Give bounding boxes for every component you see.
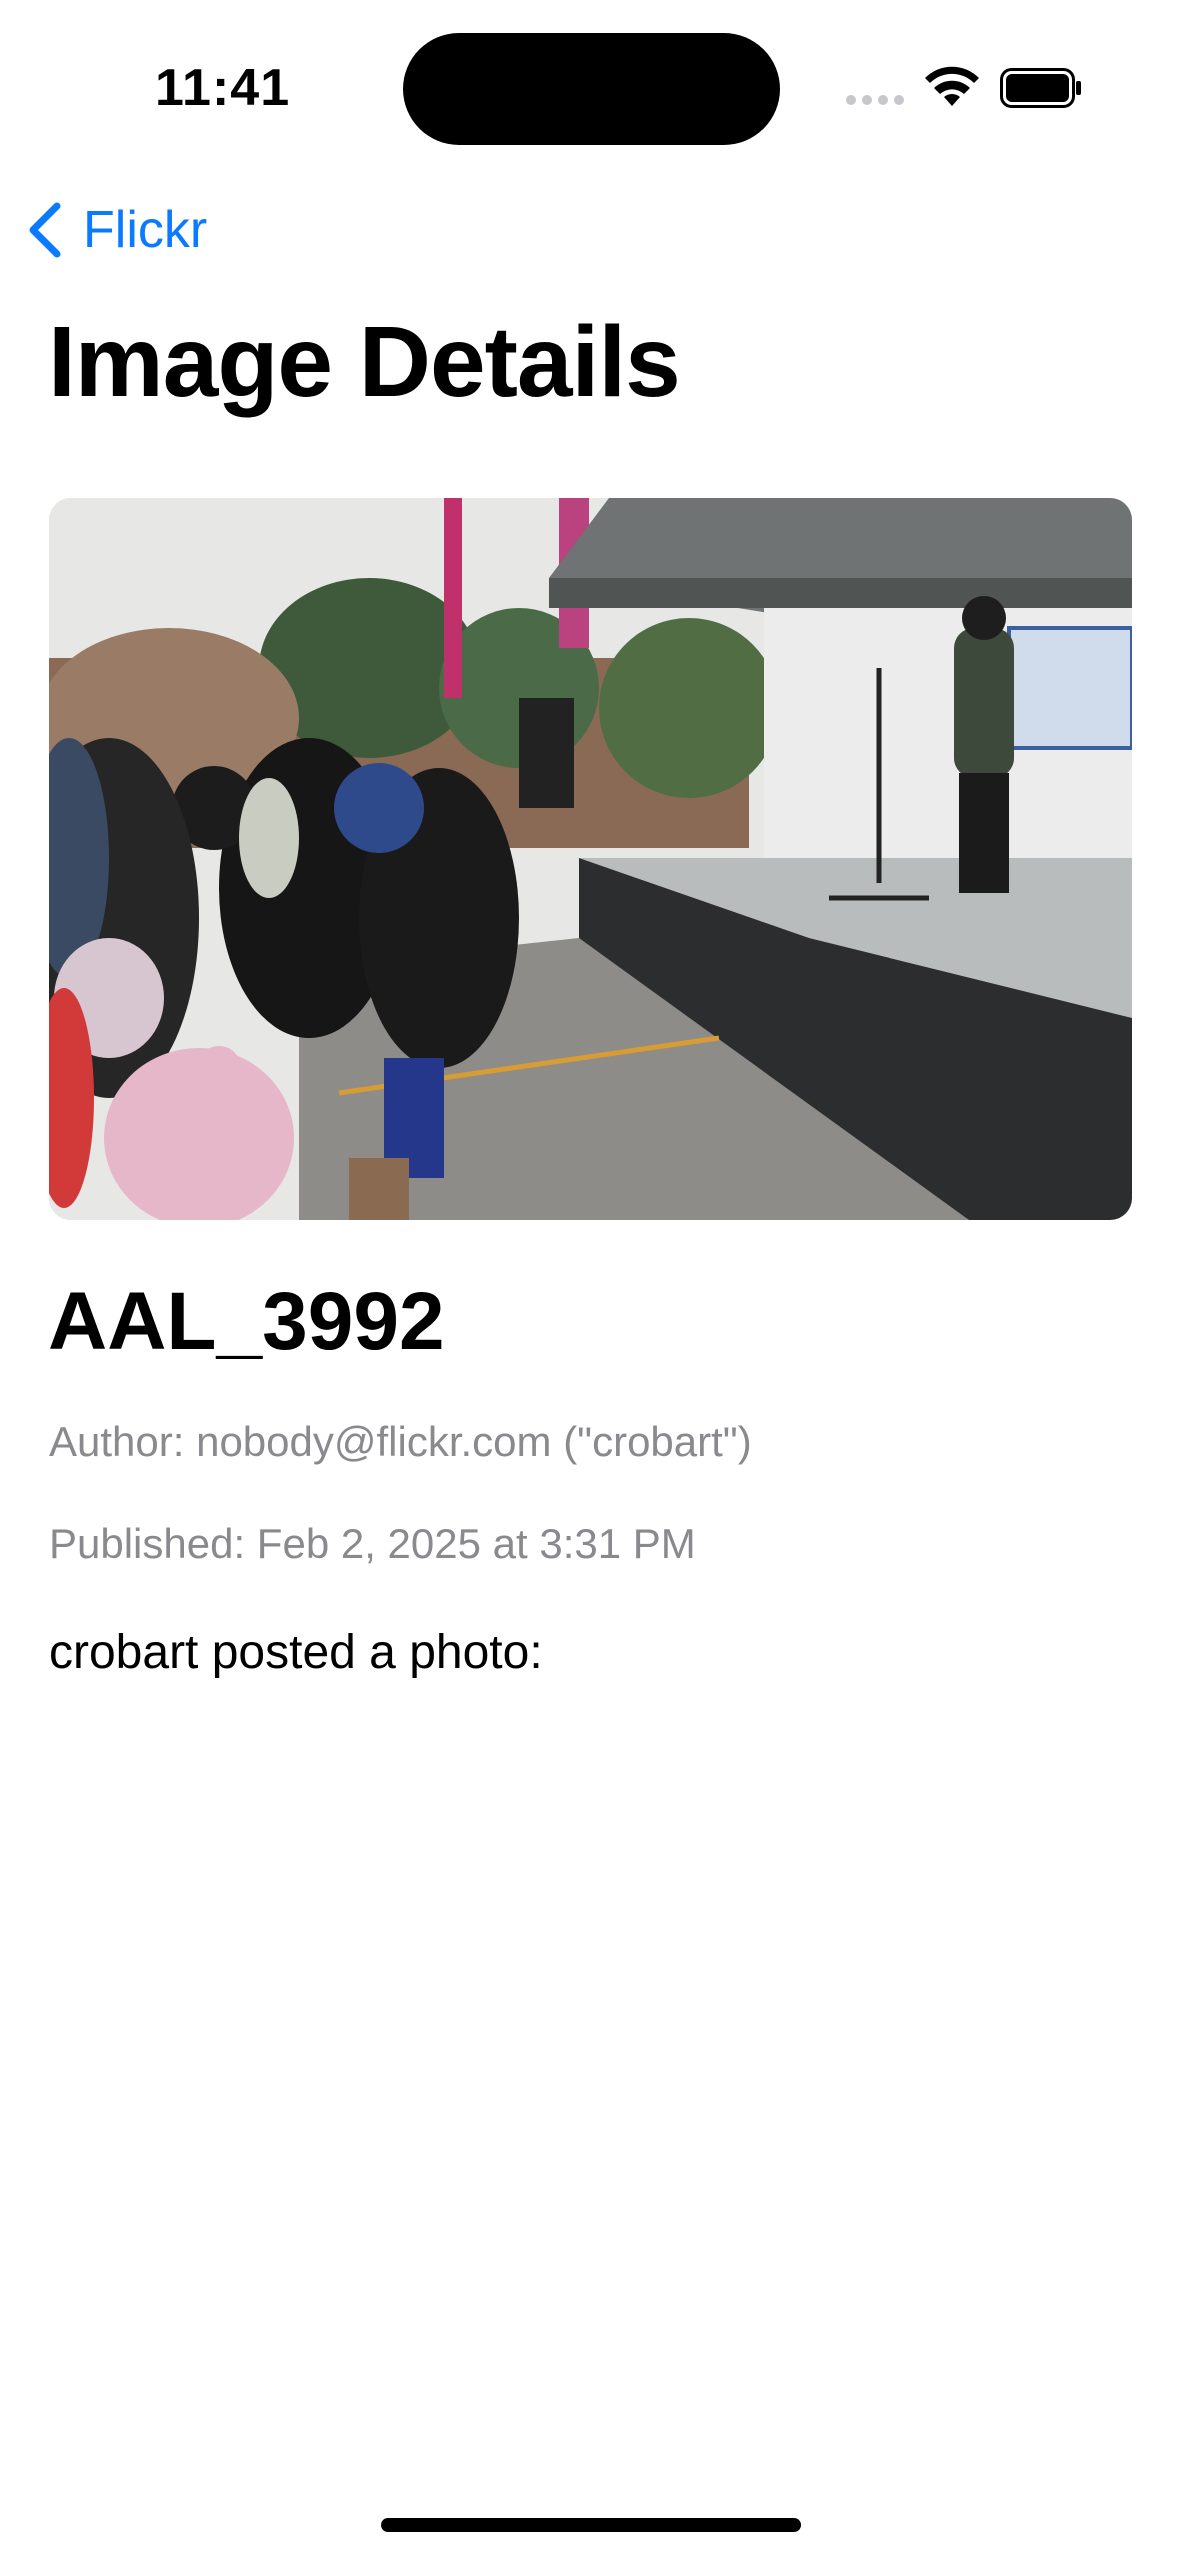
home-indicator[interactable] <box>381 2518 801 2532</box>
description-text: crobart posted a photo: <box>49 1626 543 1679</box>
status-time: 11:41 <box>155 59 291 117</box>
chevron-left-icon <box>29 202 61 258</box>
page-title: Image Details <box>48 306 681 418</box>
battery-icon <box>1000 68 1081 108</box>
back-label: Flickr <box>83 201 208 259</box>
photo-image <box>49 498 1132 1220</box>
cellular-signal-icon <box>846 95 904 105</box>
dynamic-island <box>403 33 780 145</box>
wifi-icon <box>925 66 979 106</box>
image-title: AAL_3992 <box>48 1276 445 1367</box>
published-date: Published: Feb 2, 2025 at 3:31 PM <box>49 1520 696 1567</box>
author-text: Author: nobody@flickr.com ("crobart") <box>49 1418 752 1465</box>
photo <box>49 498 1132 1220</box>
back-button[interactable]: Flickr <box>25 195 207 265</box>
